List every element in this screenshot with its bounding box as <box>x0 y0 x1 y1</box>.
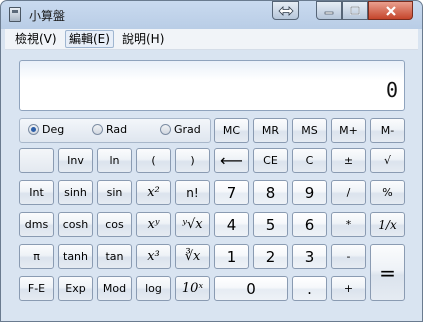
swap-button[interactable] <box>272 1 299 20</box>
digit-1-button[interactable]: 1 <box>214 244 249 269</box>
radio-rad[interactable]: Rad <box>92 123 127 136</box>
display-panel: 0 <box>19 60 405 111</box>
close-button[interactable] <box>368 1 413 20</box>
digit-7-button[interactable]: 7 <box>214 180 249 205</box>
menu-edit[interactable]: 編輯(E) <box>65 30 114 48</box>
exp-button[interactable]: Exp <box>58 276 93 301</box>
backspace-button[interactable]: ⟵ <box>214 148 249 173</box>
digit-4-button[interactable]: 4 <box>214 212 249 237</box>
radio-grad-indicator <box>160 124 171 135</box>
memory-clear-button[interactable]: MC <box>214 118 249 143</box>
cube-button[interactable]: x³ <box>136 244 171 269</box>
cosh-button[interactable]: cosh <box>58 212 93 237</box>
radio-deg-indicator <box>28 124 39 135</box>
window-title: 小算盤 <box>29 9 66 23</box>
radio-grad[interactable]: Grad <box>160 123 201 136</box>
radio-deg[interactable]: Deg <box>28 123 64 136</box>
digit-3-button[interactable]: 3 <box>292 244 327 269</box>
yth-root-button[interactable]: ʸ√x <box>175 212 210 237</box>
sin-button[interactable]: sin <box>97 180 132 205</box>
log-button[interactable]: log <box>136 276 171 301</box>
radio-rad-indicator <box>92 124 103 135</box>
dms-button[interactable]: dms <box>19 212 54 237</box>
digit-8-button[interactable]: 8 <box>253 180 288 205</box>
tan-button[interactable]: tan <box>97 244 132 269</box>
factorial-button[interactable]: n! <box>175 180 210 205</box>
angle-unit-group: Deg Rad Grad <box>19 118 211 143</box>
cos-button[interactable]: cos <box>97 212 132 237</box>
clear-entry-button[interactable]: CE <box>253 148 288 173</box>
maximize-icon <box>350 6 360 15</box>
pi-button[interactable]: π <box>19 244 54 269</box>
memory-subtract-button[interactable]: M- <box>370 118 405 143</box>
mod-button[interactable]: Mod <box>97 276 132 301</box>
sinh-button[interactable]: sinh <box>58 180 93 205</box>
close-paren-button[interactable]: ) <box>175 148 210 173</box>
minimize-button[interactable] <box>316 1 342 20</box>
negate-button[interactable]: ± <box>331 148 366 173</box>
tanh-button[interactable]: tanh <box>58 244 93 269</box>
square-root-button[interactable]: √ <box>370 148 405 173</box>
digit-0-button[interactable]: 0 <box>214 276 288 301</box>
memory-recall-button[interactable]: MR <box>253 118 288 143</box>
divide-button[interactable]: / <box>331 180 366 205</box>
reciprocal-button[interactable]: 1/x <box>370 212 405 237</box>
digit-6-button[interactable]: 6 <box>292 212 327 237</box>
memory-store-button[interactable]: MS <box>292 118 327 143</box>
maximize-button[interactable] <box>342 1 368 20</box>
close-icon <box>385 5 396 16</box>
blank-button <box>19 148 54 173</box>
display-value: 0 <box>385 78 398 102</box>
menu-bar: 檢視(V) 編輯(E) 說明(H) <box>5 29 418 50</box>
digit-5-button[interactable]: 5 <box>253 212 288 237</box>
power-button[interactable]: xʸ <box>136 212 171 237</box>
equals-button[interactable]: = <box>370 244 405 301</box>
inverse-button[interactable]: Inv <box>58 148 93 173</box>
fe-button[interactable]: F-E <box>19 276 54 301</box>
swap-arrows-icon <box>277 5 294 16</box>
menu-view[interactable]: 檢視(V) <box>12 31 60 47</box>
ten-power-button[interactable]: 10ˣ <box>175 276 210 301</box>
memory-add-button[interactable]: M+ <box>331 118 366 143</box>
ln-button[interactable]: ln <box>97 148 132 173</box>
digit-9-button[interactable]: 9 <box>292 180 327 205</box>
calculator-app-icon <box>9 7 21 22</box>
clear-button[interactable]: C <box>292 148 327 173</box>
cube-root-button[interactable]: ∛x <box>175 244 210 269</box>
radio-rad-label: Rad <box>106 123 128 136</box>
minimize-icon <box>324 11 334 14</box>
radio-grad-label: Grad <box>174 123 201 136</box>
digit-2-button[interactable]: 2 <box>253 244 288 269</box>
multiply-button[interactable]: * <box>331 212 366 237</box>
title-bar[interactable]: 小算盤 <box>1 1 422 28</box>
menu-help[interactable]: 說明(H) <box>119 31 167 47</box>
int-button[interactable]: Int <box>19 180 54 205</box>
add-button[interactable]: + <box>331 276 366 301</box>
subtract-button[interactable]: - <box>331 244 366 269</box>
square-button[interactable]: x² <box>136 180 171 205</box>
open-paren-button[interactable]: ( <box>136 148 171 173</box>
percent-button[interactable]: % <box>370 180 405 205</box>
calculator-window: 小算盤 檢視(V) 編輯(E) 說明(H) 0 Deg Rad Grad MC … <box>0 0 423 322</box>
decimal-button[interactable]: . <box>292 276 327 301</box>
radio-deg-label: Deg <box>42 123 65 136</box>
